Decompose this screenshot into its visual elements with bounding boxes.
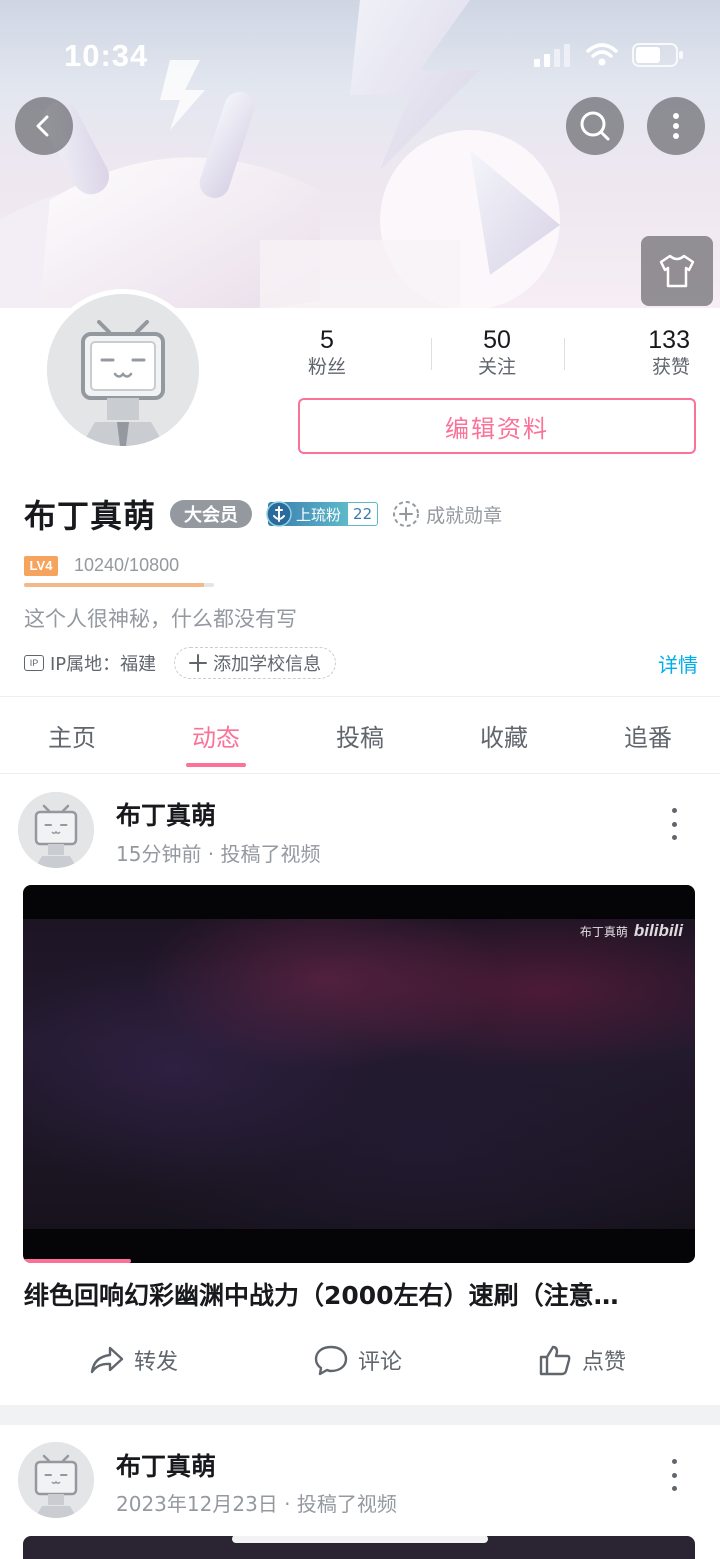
more-vertical-icon (673, 113, 679, 139)
status-time: 10:34 (64, 38, 149, 73)
default-avatar-icon (18, 1442, 94, 1518)
ip-row: IP IP属地：福建 添加学校信息 详情 (24, 646, 698, 680)
dot (671, 1472, 677, 1478)
achievement-medal-link[interactable]: 成就勋章 (392, 500, 502, 528)
post-author-name[interactable]: 布丁真萌 (116, 1447, 216, 1483)
status-bar: 10:34 (0, 0, 720, 110)
exp-progress-bar (24, 583, 214, 587)
back-button[interactable] (15, 97, 73, 155)
stat-value: 5 (320, 326, 334, 354)
dot (671, 808, 677, 813)
thumbs-up-icon (539, 1345, 571, 1376)
comment-button[interactable]: 评论 (314, 1330, 402, 1390)
comment-icon (314, 1345, 348, 1376)
like-label: 点赞 (582, 1350, 627, 1375)
search-button[interactable] (566, 97, 624, 155)
dot (671, 835, 677, 840)
vip-badge[interactable]: 大会员 (170, 500, 253, 528)
video-frame (23, 919, 695, 1229)
battery-icon (632, 43, 683, 67)
exp-text: 10240/10800 (74, 555, 180, 575)
stat-following[interactable]: 50 关注 (450, 326, 544, 380)
divider (0, 773, 720, 774)
post-more-button[interactable] (662, 1455, 686, 1495)
stat-value: 50 (483, 326, 511, 354)
post-actions: 转发 评论 点赞 (0, 1330, 720, 1390)
fan-medal-level: 22 (347, 502, 379, 526)
ip-icon: IP (24, 655, 44, 671)
home-indicator[interactable] (232, 1535, 488, 1543)
stat-likes[interactable]: 133 获赞 (596, 326, 690, 380)
profile-avatar[interactable] (42, 289, 204, 451)
active-tab-indicator (186, 763, 246, 767)
dress-up-button[interactable] (641, 236, 713, 306)
share-button[interactable]: 转发 (90, 1330, 178, 1390)
fan-medal-badge[interactable]: 上琉粉 22 (266, 501, 379, 527)
video-watermark: 布丁真萌 bilibili (580, 921, 683, 941)
more-button[interactable] (647, 97, 705, 155)
dot (671, 1459, 677, 1464)
achievement-medal-label: 成就勋章 (426, 504, 503, 527)
share-icon (90, 1346, 124, 1374)
add-school-label: 添加学校信息 (213, 654, 322, 675)
tab-dynamics[interactable]: 动态 (144, 697, 288, 773)
edit-profile-button[interactable]: 编辑资料 (298, 398, 696, 454)
share-label: 转发 (134, 1350, 179, 1375)
dot (671, 1486, 677, 1491)
dot (671, 821, 677, 827)
comment-label: 评论 (358, 1350, 403, 1375)
profile-stats: 5 粉丝 50 关注 133 获赞 (260, 326, 700, 382)
watermark-user: 布丁真萌 (579, 924, 628, 939)
like-button[interactable]: 点赞 (538, 1330, 626, 1390)
profile-tabs: 主页 动态 投稿 收藏 追番 (0, 697, 720, 773)
stat-label: 粉丝 (307, 356, 346, 378)
feed-separator (0, 1405, 720, 1425)
anchor-medal-icon (266, 501, 292, 527)
video-progress-bar (23, 1259, 131, 1263)
stat-divider (564, 338, 565, 370)
exp-progress-fill (24, 583, 205, 587)
level-row: LV4 10240/10800 (24, 555, 179, 576)
watermark-brand: bilibili (633, 921, 683, 940)
stat-value: 133 (648, 326, 690, 354)
header-banner: 10:34 (0, 0, 720, 308)
cellular-signal-icon (534, 44, 570, 67)
details-link[interactable]: 详情 (658, 649, 698, 678)
tab-bangumi[interactable]: 追番 (576, 697, 720, 773)
default-avatar-icon (47, 294, 199, 446)
username: 布丁真萌 (24, 497, 157, 535)
name-row: 布丁真萌 大会员 上琉粉 22 成就勋章 (24, 492, 502, 536)
post-meta: 15分钟前 · 投稿了视频 (116, 842, 321, 866)
wifi-icon (586, 43, 618, 66)
video-title[interactable]: 绯色回响幻彩幽渊中战力（2000左右）速刷（注意… (24, 1276, 700, 1312)
post-meta: 2023年12月23日 · 投稿了视频 (116, 1492, 397, 1516)
stat-divider (431, 338, 432, 370)
status-icons (534, 42, 684, 68)
stat-label: 关注 (477, 356, 516, 378)
plus-icon (189, 654, 208, 672)
tab-uploads[interactable]: 投稿 (288, 697, 432, 773)
fan-medal-name-wrap: 上琉粉 (266, 501, 348, 527)
fan-medal-name: 上琉粉 (296, 505, 342, 524)
search-icon (580, 111, 610, 141)
ip-location: IP属地：福建 (50, 654, 157, 675)
post-more-button[interactable] (662, 804, 686, 844)
video-player[interactable]: 布丁真萌 bilibili (23, 885, 695, 1263)
post-author-avatar[interactable] (18, 792, 94, 868)
add-school-button[interactable]: 添加学校信息 (174, 647, 337, 679)
add-medal-icon (393, 501, 420, 527)
tshirt-icon (659, 254, 695, 288)
tab-favorites[interactable]: 收藏 (432, 697, 576, 773)
default-avatar-icon (18, 792, 94, 868)
level-tag: LV4 (24, 555, 58, 576)
stat-followers[interactable]: 5 粉丝 (280, 326, 374, 380)
post-author-name[interactable]: 布丁真萌 (116, 796, 216, 832)
signature: 这个人很神秘，什么都没有写 (24, 607, 297, 631)
avatar-image (47, 294, 199, 446)
tab-home[interactable]: 主页 (0, 697, 144, 773)
chevron-left-icon (36, 115, 49, 137)
stat-label: 获赞 (651, 356, 690, 378)
post-author-avatar[interactable] (18, 1442, 94, 1518)
